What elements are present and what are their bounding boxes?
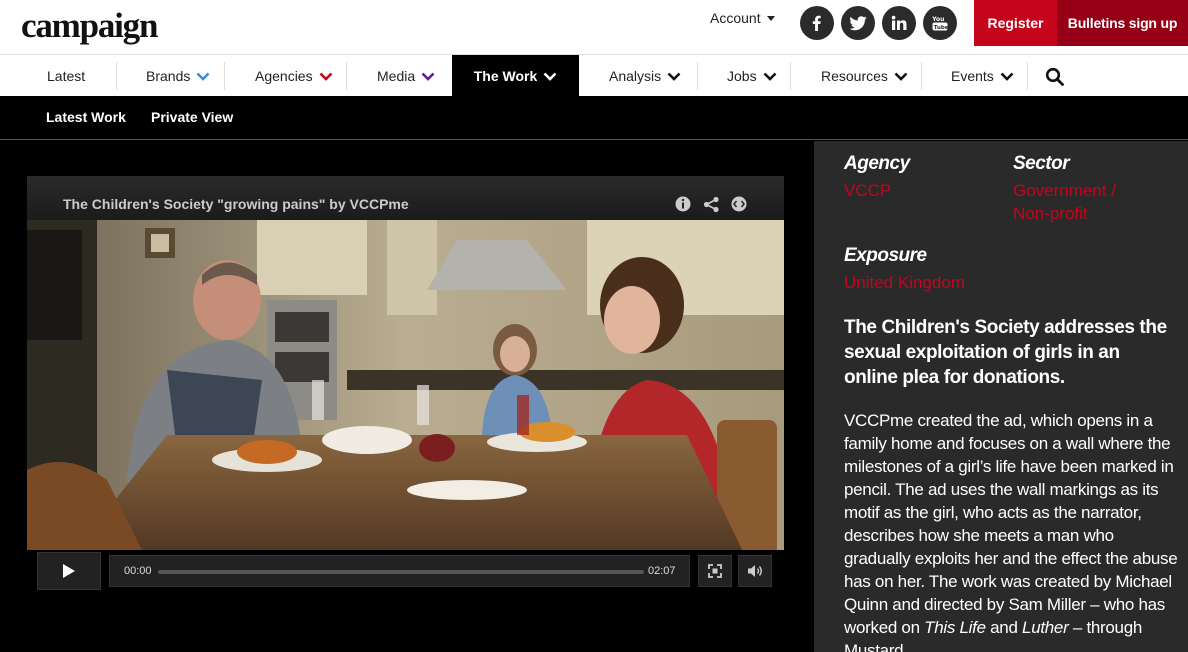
svg-text:You: You (931, 16, 944, 23)
play-icon (63, 564, 75, 578)
main-nav: Latest Brands Agencies Media The Work An… (0, 54, 1188, 97)
sector-value-line2: Non-profit (1013, 204, 1088, 223)
nav-divider (921, 62, 922, 90)
campaign-logo[interactable]: campaign (21, 6, 158, 46)
chevron-down-icon (667, 72, 681, 81)
share-icon[interactable] (703, 196, 720, 213)
body-text: VCCPme created the ad, which opens in a … (844, 411, 1178, 637)
sector-value[interactable]: Government / Non-profit (1013, 179, 1116, 225)
body-emphasis: Luther (1022, 618, 1069, 637)
volume-icon (748, 565, 762, 577)
video-title: The Children's Society "growing pains" b… (63, 196, 409, 212)
nav-item-label: Media (377, 68, 416, 84)
sub-nav: Latest Work Private View (0, 96, 1188, 140)
duration: 02:07 (648, 565, 676, 577)
subnav-item-latest-work[interactable]: Latest Work (46, 109, 126, 125)
article-body: VCCPme created the ad, which opens in a … (844, 409, 1178, 652)
agency-label: Agency (844, 153, 910, 174)
video-player[interactable]: The Children's Society "growing pains" b… (27, 176, 784, 594)
chevron-down-icon (196, 72, 210, 81)
bulletins-signup-button[interactable]: Bulletins sign up (1057, 0, 1188, 46)
nav-item-the-work[interactable]: The Work (452, 55, 579, 97)
nav-item-label: Brands (146, 68, 191, 84)
search-icon[interactable] (1045, 67, 1065, 87)
seek-bar[interactable] (158, 570, 644, 574)
sector-value-line1: Government / (1013, 181, 1116, 200)
chevron-down-icon (894, 72, 908, 81)
nav-item-jobs[interactable]: Jobs (727, 55, 777, 97)
nav-divider (1027, 62, 1028, 90)
nav-item-analysis[interactable]: Analysis (609, 55, 681, 97)
nav-item-events[interactable]: Events (951, 55, 1014, 97)
exposure-label: Exposure (844, 245, 927, 266)
video-controls: 00:00 02:07 (27, 550, 784, 594)
exposure-value[interactable]: United Kingdom (844, 271, 965, 294)
nav-item-label: Agencies (255, 68, 313, 84)
account-menu[interactable]: Account (710, 10, 775, 26)
nav-item-media[interactable]: Media (377, 55, 435, 97)
nav-item-brands[interactable]: Brands (146, 55, 210, 97)
nav-item-label: Jobs (727, 68, 757, 84)
nav-divider (346, 62, 347, 90)
twitter-icon[interactable] (841, 6, 875, 40)
nav-divider (790, 62, 791, 90)
play-button[interactable] (37, 552, 101, 590)
account-label: Account (710, 10, 761, 26)
nav-divider (116, 62, 117, 90)
fullscreen-icon (708, 564, 722, 578)
chevron-down-icon (763, 72, 776, 81)
nav-divider (697, 62, 698, 90)
nav-item-resources[interactable]: Resources (821, 55, 908, 97)
register-button[interactable]: Register (974, 0, 1057, 46)
article-headline: The Children's Society addresses the sex… (844, 317, 1167, 388)
nav-item-agencies[interactable]: Agencies (255, 55, 333, 97)
agency-value[interactable]: VCCP (844, 179, 891, 202)
seek-area: 00:00 02:07 (109, 555, 690, 587)
fullscreen-button[interactable] (698, 555, 732, 587)
chevron-down-icon (543, 72, 557, 81)
nav-item-latest[interactable]: Latest (47, 55, 85, 97)
sector-label: Sector (1013, 153, 1070, 174)
work-info-sidebar: Agency VCCP Sector Government / Non-prof… (814, 141, 1188, 652)
svg-text:Tube: Tube (934, 25, 949, 31)
video-still-image (27, 220, 784, 560)
top-bar: campaign Account You Tube Register Bullet… (0, 0, 1188, 54)
volume-button[interactable] (738, 555, 772, 587)
video-frame[interactable] (27, 220, 784, 560)
body-text: and (985, 618, 1023, 637)
linkedin-icon[interactable] (882, 6, 916, 40)
chevron-down-icon (421, 72, 435, 81)
caret-down-icon (766, 16, 775, 21)
subnav-item-private-view[interactable]: Private View (151, 109, 233, 125)
nav-item-label: Events (951, 68, 994, 84)
facebook-icon[interactable] (800, 6, 834, 40)
embed-icon[interactable] (731, 196, 747, 212)
video-header: The Children's Society "growing pains" b… (27, 176, 784, 220)
nav-item-label: Analysis (609, 68, 662, 84)
chevron-down-icon (1000, 72, 1014, 81)
current-time: 00:00 (124, 565, 152, 577)
body-emphasis: This Life (924, 618, 986, 637)
nav-divider (224, 62, 225, 90)
chevron-down-icon (319, 72, 333, 81)
nav-item-label: The Work (473, 68, 538, 84)
nav-item-label: Latest (47, 68, 86, 84)
nav-item-label: Resources (821, 68, 888, 84)
info-icon[interactable] (675, 196, 691, 212)
youtube-icon[interactable]: You Tube (923, 6, 957, 40)
